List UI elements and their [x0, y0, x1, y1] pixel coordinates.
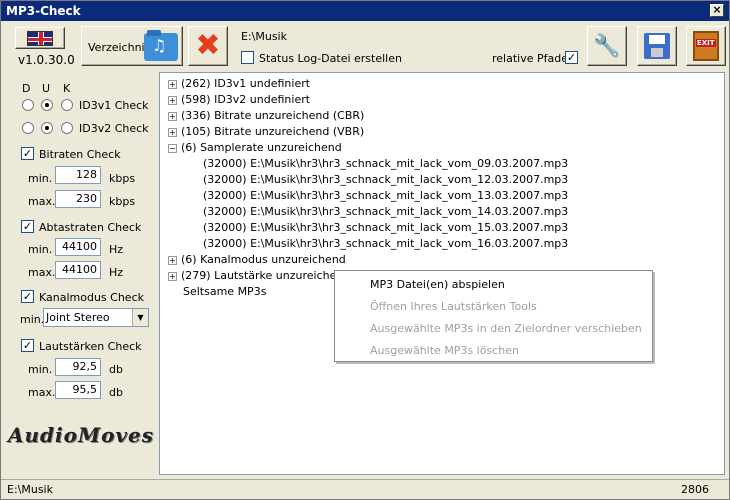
samplerate-min-input[interactable]: 44100 [55, 238, 101, 256]
language-button[interactable] [15, 27, 65, 49]
bitrate-min-unit: kbps [109, 172, 136, 185]
id3v1-radio-d[interactable] [22, 99, 34, 111]
id3v1-check-label: ID3v1 Check [79, 99, 149, 112]
channel-check-label: Kanalmodus Check [39, 291, 144, 304]
channel-mode-select[interactable]: Joint Stereo ▼ [43, 308, 149, 327]
title-bar: MP3-Check × [1, 1, 729, 21]
channel-min-label: min. [20, 313, 45, 326]
column-u-label: U [42, 82, 51, 95]
samplerate-max-input[interactable]: 44100 [55, 261, 101, 279]
bitrate-max-input[interactable]: 230 [55, 190, 101, 208]
expand-icon[interactable]: + [168, 111, 177, 121]
tools-button[interactable]: 🔧 [587, 26, 627, 66]
tree-child-file[interactable]: (32000) E:\Musik\hr3\hr3_schnack_mit_lac… [203, 237, 568, 250]
close-button[interactable]: × [710, 4, 724, 17]
exit-door-icon: EXIT [693, 31, 719, 61]
tree-node[interactable]: + (262) ID3v1 undefiniert [168, 77, 310, 90]
id3v2-check-label: ID3v2 Check [79, 122, 149, 135]
tree-child-file[interactable]: (32000) E:\Musik\hr3\hr3_schnack_mit_lac… [203, 189, 568, 202]
menu-item-open-loudness-tool[interactable]: Öffnen Ihres Lautstärken Tools [370, 300, 537, 313]
bitrate-min-label: min. [28, 172, 53, 185]
context-menu: MP3 Datei(en) abspielen Öffnen Ihres Lau… [334, 270, 653, 362]
samplerate-max-unit: Hz [109, 266, 124, 279]
loudness-check-label: Lautstärken Check [39, 340, 142, 353]
menu-item-move[interactable]: Ausgewählte MP3s in den Zielordner versc… [370, 322, 642, 335]
channel-checkbox[interactable]: ✓ [21, 290, 34, 303]
id3v1-radio-u[interactable] [41, 99, 53, 111]
status-log-label: Status Log-Datei erstellen [259, 52, 402, 65]
tree-node[interactable]: + (598) ID3v2 undefiniert [168, 93, 310, 106]
loudness-checkbox[interactable]: ✓ [21, 339, 34, 352]
menu-item-play[interactable]: MP3 Datei(en) abspielen [370, 278, 505, 291]
expand-icon[interactable]: + [168, 255, 177, 265]
status-bar: E:\Musik 2806 [1, 479, 729, 499]
directory-button[interactable]: Verzeichnis [81, 26, 183, 66]
menu-item-delete[interactable]: Ausgewählte MP3s löschen [370, 344, 519, 357]
red-x-icon: ✖ [195, 28, 221, 63]
loudness-max-unit: db [109, 386, 123, 399]
loudness-min-label: min. [28, 363, 53, 376]
tree-node[interactable]: + (336) Bitrate unzureichend (CBR) [168, 109, 364, 122]
window-title: MP3-Check [6, 4, 81, 18]
chevron-down-icon[interactable]: ▼ [132, 309, 148, 326]
tree-node-expanded[interactable]: − (6) Samplerate unzureichend [168, 141, 342, 154]
id3v1-radio-k[interactable] [61, 99, 73, 111]
relative-paths-label: relative Pfade [492, 52, 568, 65]
wrench-icon: 🔧 [593, 33, 621, 59]
expand-icon[interactable]: + [168, 79, 177, 89]
tree-child-file[interactable]: (32000) E:\Musik\hr3\hr3_schnack_mit_lac… [203, 157, 568, 170]
music-folder-icon [144, 30, 178, 61]
collapse-icon[interactable]: − [168, 143, 177, 153]
loudness-min-input[interactable]: 92,5 [55, 358, 101, 376]
channel-mode-value: Joint Stereo [46, 311, 110, 324]
loudness-max-label: max. [28, 386, 56, 399]
audiomoves-logo: AudioMoves [7, 423, 155, 447]
tree-node-odd-mp3s[interactable]: Seltsame MP3s [183, 285, 266, 298]
version-label: v1.0.30.0 [18, 53, 75, 67]
loudness-max-input[interactable]: 95,5 [55, 381, 101, 399]
tree-child-file[interactable]: (32000) E:\Musik\hr3\hr3_schnack_mit_lac… [203, 205, 568, 218]
save-button[interactable] [637, 26, 677, 66]
tree-child-file[interactable]: (32000) E:\Musik\hr3\hr3_schnack_mit_lac… [203, 221, 568, 234]
tree-node[interactable]: + (105) Bitrate unzureichend (VBR) [168, 125, 364, 138]
status-count: 2806 [681, 483, 709, 496]
bitrate-max-label: max. [28, 195, 56, 208]
tree-node[interactable]: + (6) Kanalmodus unzureichend [168, 253, 346, 266]
directory-button-label: Verzeichnis [88, 41, 151, 54]
expand-icon[interactable]: + [168, 95, 177, 105]
status-path: E:\Musik [7, 483, 53, 496]
current-path: E:\Musik [241, 30, 287, 43]
samplerate-min-unit: Hz [109, 243, 124, 256]
uk-flag-icon [27, 30, 53, 46]
samplerate-check-label: Abtastraten Check [39, 221, 142, 234]
bitrate-check-label: Bitraten Check [39, 148, 121, 161]
clear-button[interactable]: ✖ [188, 26, 228, 66]
app-window: MP3-Check × v1.0.30.0 Verzeichnis ✖ E:\M… [0, 0, 730, 500]
bitrate-min-input[interactable]: 128 [55, 166, 101, 184]
expand-icon[interactable]: + [168, 127, 177, 137]
floppy-disk-icon [644, 33, 670, 59]
loudness-min-unit: db [109, 363, 123, 376]
bitrate-max-unit: kbps [109, 195, 136, 208]
status-log-checkbox[interactable] [241, 51, 254, 64]
id3v2-radio-k[interactable] [61, 122, 73, 134]
expand-icon[interactable]: + [168, 271, 177, 281]
id3v2-radio-u[interactable] [41, 122, 53, 134]
tree-child-file[interactable]: (32000) E:\Musik\hr3\hr3_schnack_mit_lac… [203, 173, 568, 186]
relative-paths-checkbox[interactable]: ✓ [565, 51, 578, 64]
tree-node[interactable]: + (279) Lautstärke unzureichend [168, 269, 350, 282]
column-k-label: K [63, 82, 71, 95]
column-d-label: D [22, 82, 31, 95]
samplerate-checkbox[interactable]: ✓ [21, 220, 34, 233]
id3v2-radio-d[interactable] [22, 122, 34, 134]
samplerate-min-label: min. [28, 243, 53, 256]
samplerate-max-label: max. [28, 266, 56, 279]
bitrate-checkbox[interactable]: ✓ [21, 147, 34, 160]
exit-button[interactable]: EXIT [686, 26, 726, 66]
